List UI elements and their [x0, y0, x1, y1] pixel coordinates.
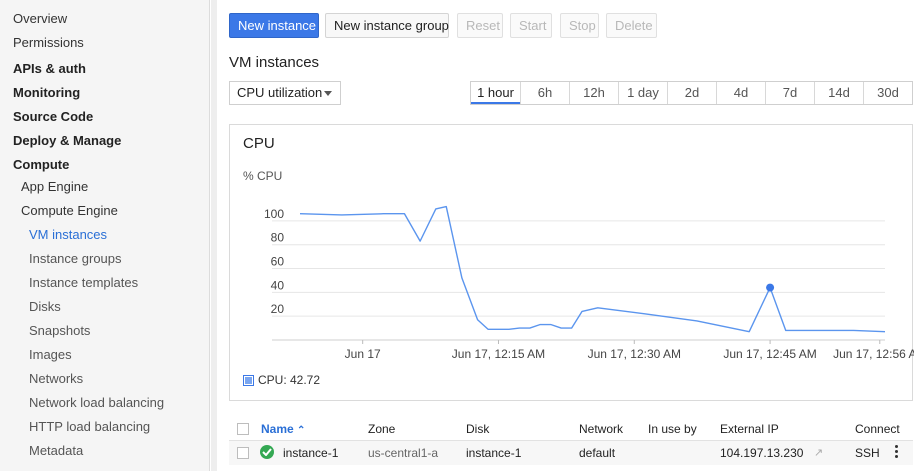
- ssh-button[interactable]: SSH: [855, 446, 880, 460]
- time-range-4d[interactable]: 4d: [716, 82, 765, 104]
- time-range-7d[interactable]: 7d: [765, 82, 814, 104]
- sidebar-item-overview[interactable]: Overview: [13, 11, 67, 26]
- external-link-icon[interactable]: ↗: [814, 446, 823, 459]
- stop-button[interactable]: Stop: [560, 13, 599, 38]
- cpu-chart-card: CPU % CPU 100 80 60 40 20 Jun 17 Jun 17, 12:15…: [229, 124, 914, 402]
- legend-label: CPU: 42.72: [258, 373, 321, 387]
- sidebar-item-metadata[interactable]: Metadata: [29, 443, 83, 458]
- sort-ascending-icon: ⌃: [297, 425, 306, 436]
- sidebar-item-http-load-balancing[interactable]: HTTP load balancing: [29, 419, 150, 434]
- sidebar-item-instance-templates[interactable]: Instance templates: [29, 275, 138, 290]
- sidebar-item-networks[interactable]: Networks: [29, 371, 83, 386]
- sidebar-item-instance-groups[interactable]: Instance groups: [29, 251, 122, 266]
- column-header-zone[interactable]: Zone: [368, 422, 395, 436]
- column-header-name-label: Name: [261, 422, 294, 436]
- reset-button[interactable]: Reset: [457, 13, 503, 38]
- more-vert-icon[interactable]: [895, 445, 899, 461]
- cpu-series-line: [299, 205, 886, 333]
- table-header: Name ⌃ Zone Disk Network In use by Exter…: [229, 417, 913, 441]
- y-tick-label: 40: [271, 278, 285, 292]
- x-tick-label: Jun 17: [345, 347, 381, 361]
- time-range-12h[interactable]: 12h: [569, 82, 618, 104]
- sidebar-item-app-engine[interactable]: App Engine: [21, 179, 88, 194]
- metric-select[interactable]: CPU utilization: [229, 81, 341, 105]
- chevron-down-icon: [324, 91, 332, 96]
- instance-name-link[interactable]: instance-1: [283, 446, 338, 460]
- time-range-1-hour[interactable]: 1 hour: [471, 82, 520, 104]
- time-range-selector: 1 hour 6h 12h 1 day 2d 4d 7d 14d 30d: [470, 81, 913, 105]
- sidebar-item-vm-instances[interactable]: VM instances: [29, 227, 107, 242]
- y-tick-label: 80: [271, 231, 285, 245]
- sidebar: Overview Permissions APIs & auth Monitor…: [0, 0, 210, 471]
- sidebar-item-disks[interactable]: Disks: [29, 299, 61, 314]
- column-header-in-use-by[interactable]: In use by: [648, 422, 697, 436]
- x-tick-label: Jun 17, 12:30 AM: [588, 347, 681, 361]
- column-header-name[interactable]: Name ⌃: [261, 422, 305, 436]
- x-tick-label: Jun 17, 12:56 AM: [833, 347, 914, 361]
- instance-zone: us-central1-a: [368, 446, 439, 460]
- y-tick-label: 100: [264, 207, 284, 221]
- sidebar-divider[interactable]: [211, 0, 217, 471]
- row-checkbox[interactable]: [237, 447, 249, 459]
- cpu-chart[interactable]: 100 80 60 40 20 Jun 17 Jun 17, 12:15 AM Jun 17,…: [230, 125, 914, 402]
- delete-button[interactable]: Delete: [606, 13, 657, 38]
- sidebar-item-images[interactable]: Images: [29, 347, 72, 362]
- metric-select-value: CPU utilization: [237, 85, 323, 100]
- page-title: VM instances: [229, 54, 320, 71]
- start-button[interactable]: Start: [510, 13, 552, 38]
- check-circle-icon: [260, 445, 274, 459]
- column-header-network[interactable]: Network: [579, 422, 623, 436]
- y-tick-label: 60: [271, 255, 285, 269]
- instance-external-ip[interactable]: 104.197.13.230: [720, 446, 803, 460]
- y-tick-label: 20: [271, 302, 285, 316]
- legend-swatch: [243, 374, 254, 386]
- column-header-connect[interactable]: Connect: [855, 422, 900, 436]
- sidebar-item-compute-engine[interactable]: Compute Engine: [21, 203, 118, 218]
- sidebar-item-deploy-manage[interactable]: Deploy & Manage: [13, 133, 121, 148]
- instance-network-link[interactable]: default: [579, 446, 615, 460]
- table-row[interactable]: instance-1 us-central1-a instance-1 defa…: [229, 441, 913, 465]
- new-instance-group-button[interactable]: New instance group: [325, 13, 449, 38]
- sidebar-item-source-code[interactable]: Source Code: [13, 109, 93, 124]
- sidebar-item-apis-auth[interactable]: APIs & auth: [13, 61, 86, 76]
- sidebar-item-network-load-balancing[interactable]: Network load balancing: [29, 395, 164, 410]
- time-range-6h[interactable]: 6h: [520, 82, 569, 104]
- column-header-disk[interactable]: Disk: [466, 422, 489, 436]
- select-all-checkbox[interactable]: [237, 423, 249, 435]
- instance-disk-link[interactable]: instance-1: [466, 446, 521, 460]
- time-range-2d[interactable]: 2d: [667, 82, 716, 104]
- time-range-1-day[interactable]: 1 day: [618, 82, 667, 104]
- highlight-point: [766, 283, 775, 292]
- new-instance-button[interactable]: New instance: [229, 13, 319, 38]
- chart-legend: CPU: 42.72: [243, 373, 320, 387]
- x-tick-label: Jun 17, 12:45 AM: [723, 347, 816, 361]
- sidebar-item-permissions[interactable]: Permissions: [13, 35, 84, 50]
- column-header-external-ip[interactable]: External IP: [720, 422, 779, 436]
- sidebar-item-monitoring[interactable]: Monitoring: [13, 85, 80, 100]
- sidebar-item-snapshots[interactable]: Snapshots: [29, 323, 90, 338]
- time-range-14d[interactable]: 14d: [814, 82, 863, 104]
- x-tick-label: Jun 17, 12:15 AM: [452, 347, 545, 361]
- sidebar-item-compute[interactable]: Compute: [13, 157, 69, 172]
- time-range-30d[interactable]: 30d: [863, 82, 912, 104]
